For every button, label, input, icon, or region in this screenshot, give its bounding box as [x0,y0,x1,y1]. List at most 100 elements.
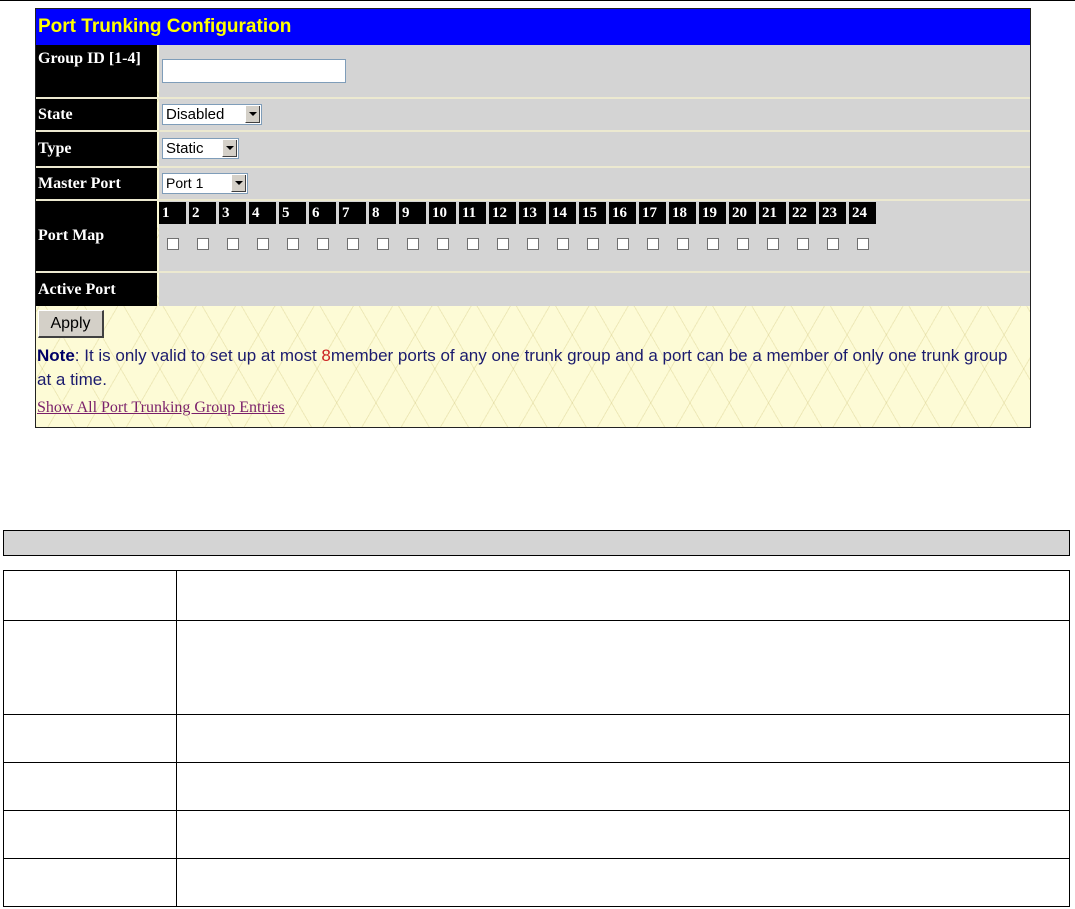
port-checkbox[interactable] [497,238,509,250]
type-label: Type [36,132,157,166]
active-port-value-cell [159,273,1030,306]
port-checkbox[interactable] [227,238,239,250]
type-select-value: Static [166,140,204,157]
port-checkbox-cell [819,238,849,252]
type-row: Type Static [36,132,1030,166]
port-checkbox-cell [549,238,579,252]
port-number-label: 22 [789,202,819,224]
port-checkbox[interactable] [467,238,479,250]
table-cell [4,571,177,620]
group-id-input[interactable] [162,59,346,83]
port-checkbox[interactable] [677,238,689,250]
table-row [4,811,1069,859]
port-number-label: 18 [669,202,699,224]
port-number-label: 2 [189,202,219,224]
port-checkbox-cell [159,238,189,252]
port-number-label: 4 [249,202,279,224]
port-checkbox[interactable] [257,238,269,250]
state-row: State Disabled [36,99,1030,130]
port-number-label: 5 [279,202,309,224]
port-map-label: Port Map [36,201,157,271]
port-checkbox-cell [729,238,759,252]
port-trunking-panel: Port Trunking Configuration Group ID [1-… [35,8,1031,428]
port-number-label: 12 [489,202,519,224]
port-map-field-cell: 1 2 3 4 5 6 7 8 9 10 11 12 13 14 15 16 17 18 19 20 21 22 23 24 [159,201,1030,271]
note-label: Note [37,346,75,365]
port-checkbox-cell [279,238,309,252]
port-number-label: 7 [339,202,369,224]
type-select[interactable]: Static [162,138,239,159]
port-checkbox[interactable] [707,238,719,250]
port-number-label: 1 [159,202,189,224]
port-number-label: 8 [369,202,399,224]
port-checkbox[interactable] [527,238,539,250]
active-port-row: Active Port [36,273,1030,306]
port-checkbox[interactable] [317,238,329,250]
port-map-row: Port Map 1 2 3 4 5 6 7 8 9 10 11 12 13 14 15 16 17 18 19 20… [36,201,1030,271]
port-number-label: 15 [579,202,609,224]
port-checkbox-cell [369,238,399,252]
show-all-trunk-entries-link[interactable]: Show All Port Trunking Group Entries [37,399,285,417]
port-checkbox-cell [309,238,339,252]
master-port-label: Master Port [36,168,157,199]
table-cell [4,715,177,762]
port-checkbox[interactable] [767,238,779,250]
port-checkbox-cell [339,238,369,252]
master-port-select[interactable]: Port 1 [162,173,248,194]
port-number-label: 21 [759,202,789,224]
port-number-label: 11 [459,202,489,224]
port-checkbox[interactable] [647,238,659,250]
port-checkbox-cell [789,238,819,252]
chevron-down-icon[interactable] [245,106,260,123]
port-checkbox[interactable] [737,238,749,250]
port-checkbox[interactable] [797,238,809,250]
chevron-down-icon[interactable] [231,175,246,192]
panel-title: Port Trunking Configuration [36,9,1030,45]
port-checkbox[interactable] [167,238,179,250]
master-port-row: Master Port Port 1 [36,168,1030,199]
description-table [3,570,1070,907]
state-select-value: Disabled [166,106,225,123]
port-number-label: 23 [819,202,849,224]
port-checkbox-cell [189,238,219,252]
table-cell [4,763,177,810]
port-checkbox-cell [459,238,489,252]
port-checkbox-cell [609,238,639,252]
port-checkbox[interactable] [857,238,869,250]
port-checkbox-cell [669,238,699,252]
page-top-rule [0,0,1075,1]
master-port-select-value: Port 1 [166,175,204,191]
state-label: State [36,99,157,130]
port-checkbox[interactable] [377,238,389,250]
port-number-label: 10 [429,202,459,224]
port-number-label: 16 [609,202,639,224]
state-select[interactable]: Disabled [162,104,262,125]
port-checkbox[interactable] [587,238,599,250]
port-checkbox[interactable] [437,238,449,250]
port-checkbox-cell [579,238,609,252]
table-row [4,621,1069,715]
port-checkbox[interactable] [617,238,629,250]
port-checkbox-cell [519,238,549,252]
apply-button[interactable]: Apply [38,310,104,338]
port-number-label: 20 [729,202,759,224]
type-field-cell: Static [159,132,1030,166]
port-checkbox[interactable] [197,238,209,250]
group-id-label: Group ID [1-4] [36,45,157,97]
port-checkbox[interactable] [407,238,419,250]
table-row [4,763,1069,811]
port-number-label: 3 [219,202,249,224]
chevron-down-icon[interactable] [222,140,237,157]
table-row [4,859,1069,906]
port-checkbox-cell [219,238,249,252]
group-id-row: Group ID [1-4] [36,45,1030,97]
port-checkbox[interactable] [557,238,569,250]
port-number-label: 24 [849,202,879,224]
port-checkbox[interactable] [347,238,359,250]
description-table-header [3,530,1070,556]
port-checkbox[interactable] [827,238,839,250]
port-checkbox-cell [249,238,279,252]
note-max-members: 8 [321,346,331,365]
port-checkbox[interactable] [287,238,299,250]
port-number-label: 6 [309,202,339,224]
